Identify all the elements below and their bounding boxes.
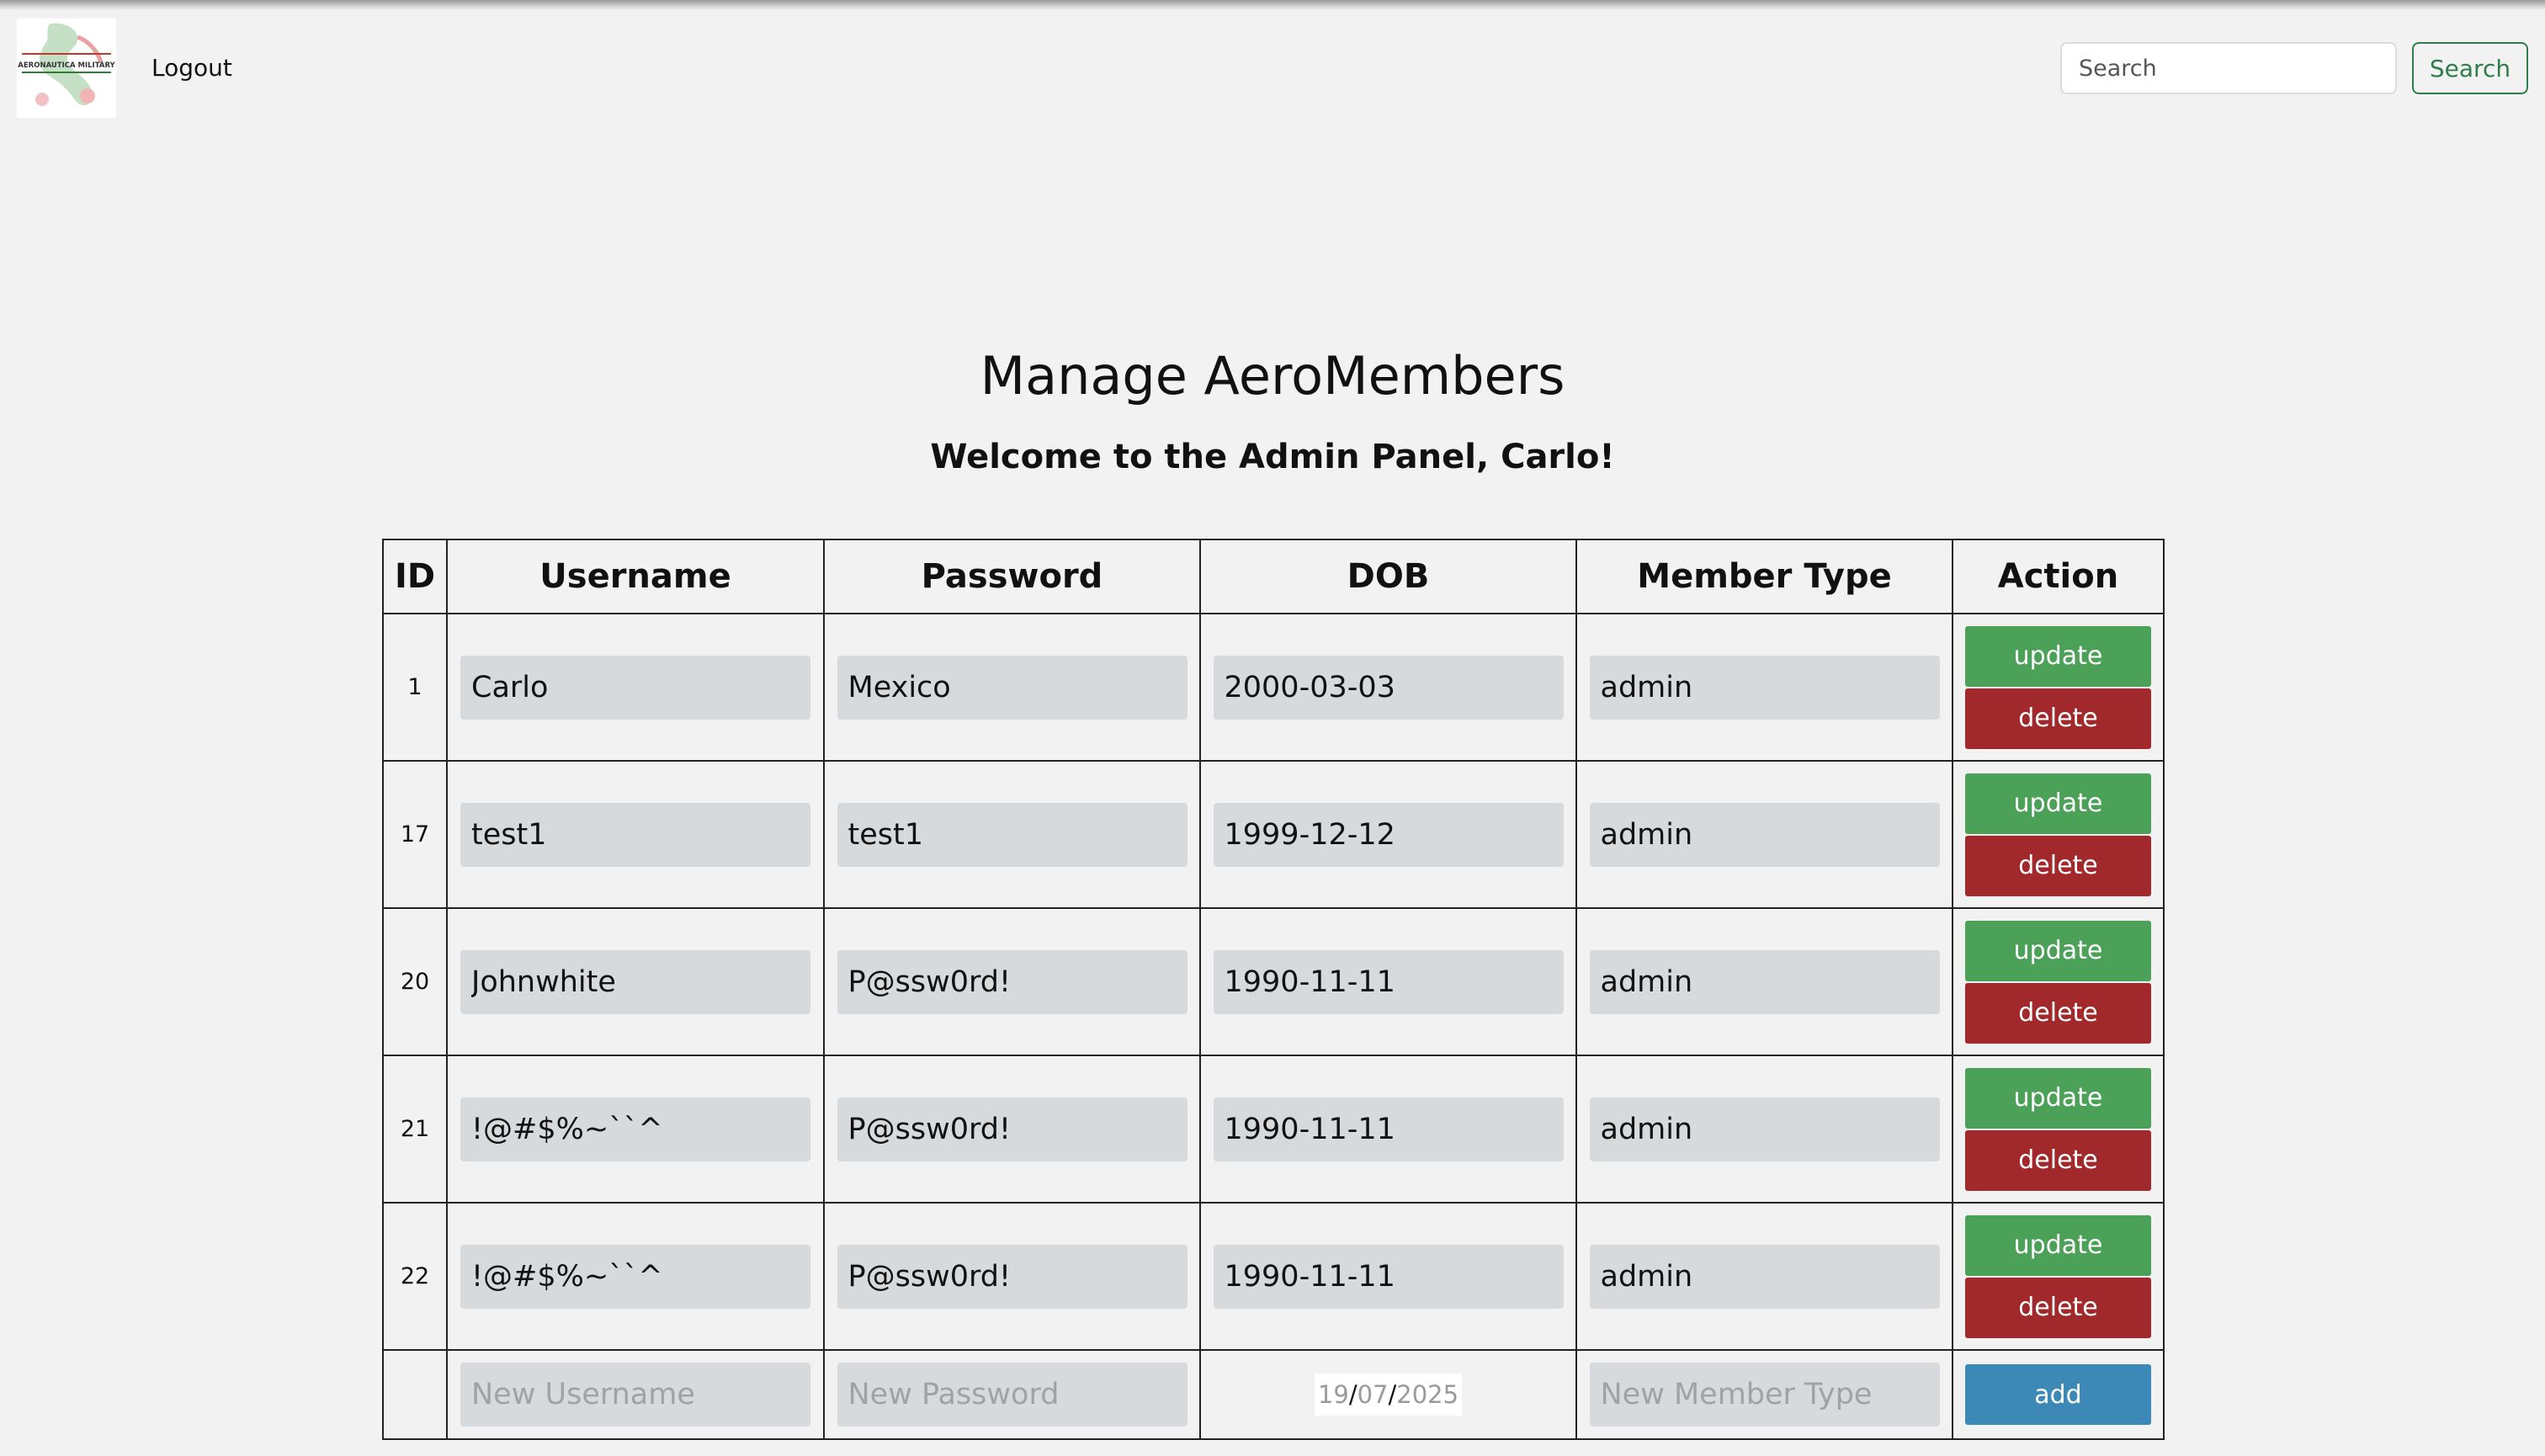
delete-button[interactable]: delete — [1965, 1277, 2151, 1338]
new-member-type-cell — [1575, 1349, 1953, 1440]
password-cell — [823, 1055, 1201, 1204]
username-field[interactable] — [460, 949, 810, 1014]
password-field[interactable] — [837, 1097, 1187, 1161]
username-cell — [446, 1055, 825, 1204]
update-button[interactable]: update — [1965, 920, 2151, 981]
new-dob-date-picker[interactable]: 19/07/2025 — [1314, 1374, 1463, 1416]
new-username-field[interactable] — [460, 1363, 810, 1427]
add-button[interactable]: add — [1965, 1364, 2151, 1425]
column-header-password: Password — [823, 539, 1201, 614]
member-id: 1 — [382, 613, 448, 762]
username-field[interactable] — [460, 1097, 810, 1161]
update-button[interactable]: update — [1965, 773, 2151, 834]
action-cell: update delete — [1952, 1055, 2165, 1204]
member-id: 17 — [382, 760, 448, 909]
new-member-type-field[interactable] — [1589, 1363, 1940, 1427]
new-member-row: 19/07/2025 add — [382, 1349, 2165, 1440]
password-cell — [823, 760, 1201, 909]
member-type-cell — [1575, 760, 1953, 909]
table-row: 22 update delete — [382, 1202, 2165, 1351]
password-field[interactable] — [837, 1244, 1187, 1309]
table-row: 21 update delete — [382, 1055, 2165, 1204]
dob-cell — [1199, 1055, 1577, 1204]
table-row: 20 update delete — [382, 907, 2165, 1056]
search-button[interactable]: Search — [2412, 42, 2528, 94]
password-field[interactable] — [837, 949, 1187, 1014]
username-field[interactable] — [460, 1244, 810, 1309]
column-header-action: Action — [1952, 539, 2165, 614]
new-dob-cell: 19/07/2025 — [1199, 1349, 1577, 1440]
dob-cell — [1199, 1202, 1577, 1351]
column-header-id: ID — [382, 539, 448, 614]
member-type-field[interactable] — [1589, 655, 1940, 720]
dob-cell — [1199, 760, 1577, 909]
password-field[interactable] — [837, 802, 1187, 867]
logout-link[interactable]: Logout — [151, 54, 232, 82]
page-title: Manage AeroMembers — [980, 345, 1565, 407]
welcome-message: Welcome to the Admin Panel, Carlo! — [930, 438, 1615, 476]
update-button[interactable]: update — [1965, 1067, 2151, 1129]
member-type-field[interactable] — [1589, 1244, 1940, 1309]
username-cell — [446, 760, 825, 909]
search-input[interactable] — [2060, 42, 2397, 94]
date-separator: / — [1388, 1380, 1397, 1409]
username-field[interactable] — [460, 655, 810, 720]
date-year: 2025 — [1396, 1380, 1459, 1409]
dob-field[interactable] — [1213, 1244, 1564, 1309]
new-password-field[interactable] — [837, 1363, 1187, 1427]
member-type-cell — [1575, 613, 1953, 762]
dob-field[interactable] — [1213, 949, 1564, 1014]
action-cell: update delete — [1952, 907, 2165, 1056]
username-cell — [446, 1202, 825, 1351]
dob-cell — [1199, 613, 1577, 762]
new-username-cell — [446, 1349, 825, 1440]
dob-field[interactable] — [1213, 655, 1564, 720]
member-type-field[interactable] — [1589, 949, 1940, 1014]
table-row: 1 update delete — [382, 613, 2165, 762]
date-day: 19 — [1317, 1380, 1349, 1409]
members-table: ID Username Password DOB Member Type Act… — [382, 539, 2165, 1440]
password-cell — [823, 1202, 1201, 1351]
member-id: 22 — [382, 1202, 448, 1351]
member-type-cell — [1575, 907, 1953, 1056]
delete-button[interactable]: delete — [1965, 1129, 2151, 1191]
delete-button[interactable]: delete — [1965, 688, 2151, 749]
delete-button[interactable]: delete — [1965, 835, 2151, 896]
new-action-cell: add — [1952, 1349, 2165, 1440]
password-cell — [823, 613, 1201, 762]
dob-cell — [1199, 907, 1577, 1056]
logo[interactable]: AERONAUTICA MILITARY — [17, 19, 116, 118]
italy-map-logo-icon: AERONAUTICA MILITARY — [18, 23, 116, 106]
date-month: 07 — [1357, 1380, 1389, 1409]
action-cell: update delete — [1952, 760, 2165, 909]
password-cell — [823, 907, 1201, 1056]
member-type-field[interactable] — [1589, 1097, 1940, 1161]
new-id-cell — [382, 1349, 448, 1440]
username-field[interactable] — [460, 802, 810, 867]
member-id: 20 — [382, 907, 448, 1056]
logo-text: AERONAUTICA MILITARY — [18, 61, 115, 70]
update-button[interactable]: update — [1965, 1214, 2151, 1276]
action-cell: update delete — [1952, 613, 2165, 762]
column-header-username: Username — [446, 539, 825, 614]
member-type-cell — [1575, 1055, 1953, 1204]
dob-field[interactable] — [1213, 802, 1564, 867]
delete-button[interactable]: delete — [1965, 982, 2151, 1044]
column-header-member-type: Member Type — [1575, 539, 1953, 614]
column-header-dob: DOB — [1199, 539, 1577, 614]
table-header-row: ID Username Password DOB Member Type Act… — [382, 539, 2165, 614]
password-field[interactable] — [837, 655, 1187, 720]
date-separator: / — [1348, 1380, 1358, 1409]
member-id: 21 — [382, 1055, 448, 1204]
username-cell — [446, 613, 825, 762]
table-row: 17 update delete — [382, 760, 2165, 909]
navbar: AERONAUTICA MILITARY Logout Search — [0, 0, 2545, 135]
update-button[interactable]: update — [1965, 625, 2151, 687]
username-cell — [446, 907, 825, 1056]
action-cell: update delete — [1952, 1202, 2165, 1351]
member-type-field[interactable] — [1589, 802, 1940, 867]
new-password-cell — [823, 1349, 1201, 1440]
member-type-cell — [1575, 1202, 1953, 1351]
dob-field[interactable] — [1213, 1097, 1564, 1161]
